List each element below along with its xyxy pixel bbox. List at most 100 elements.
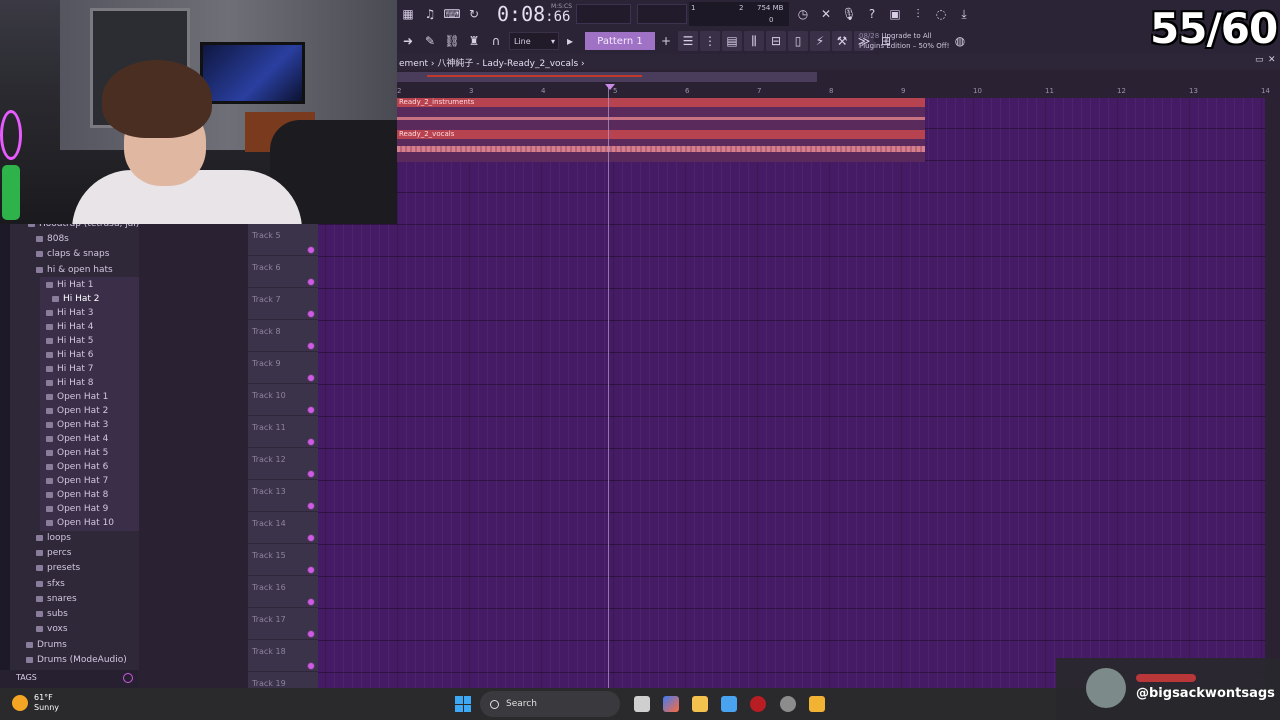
browser-file-item[interactable]: Open Hat 7 [46,476,108,486]
windows-start-icon[interactable] [455,696,471,712]
track-mute-icon[interactable] [308,599,314,605]
browser-file-item[interactable]: Hi Hat 5 [46,336,94,346]
browser-folder-item[interactable]: presets [36,563,80,573]
step-icon[interactable]: ♫ [420,4,440,24]
upgrade-banner[interactable]: 08/28 Upgrade to All Plugins Edition – 5… [859,31,949,51]
globe-icon[interactable]: ◍ [950,31,970,51]
search-icon[interactable] [123,673,133,683]
track-mute-icon[interactable] [308,343,314,349]
track-header[interactable]: Track 9 [248,352,318,384]
file-explorer-icon[interactable] [692,696,708,712]
track-mute-icon[interactable] [308,503,314,509]
typing-keyboard-icon[interactable]: ⌨ [442,4,462,24]
link-icon[interactable]: ⛓ [442,31,462,51]
browser-file-item[interactable]: Hi Hat 3 [46,308,94,318]
pencil-icon[interactable]: ✎ [420,31,440,51]
track-header[interactable]: Track 16 [248,576,318,608]
track-mute-icon[interactable] [308,471,314,477]
browser-file-item[interactable]: Open Hat 1 [46,392,108,402]
track-header[interactable]: Track 12 [248,448,318,480]
browser-folder-item[interactable]: voxs [36,624,68,634]
browser-folder-item[interactable]: percs [36,548,71,558]
piano-roll-icon[interactable]: ▤ [722,31,742,51]
browser-folder-item[interactable]: snares [36,594,77,604]
close-icon[interactable]: ✕ [1268,55,1276,65]
playlist-icon[interactable]: ☰ [678,31,698,51]
tools-icon[interactable]: ⚒ [832,31,852,51]
track-header[interactable]: Track 11 [248,416,318,448]
browser-folder-item[interactable]: Drums (ModeAudio) [26,655,127,665]
playhead-marker-icon[interactable] [605,84,615,90]
browser-item-selected[interactable]: Hi Hat 2 [52,294,100,304]
browser-folder-item[interactable]: sfxs [36,579,65,589]
taskbar-search[interactable]: Search [480,691,620,717]
audio-clip-vocals[interactable]: Ready_2_vocals [397,130,925,162]
browser-file-item[interactable]: Open Hat 10 [46,518,114,528]
magnet-icon[interactable]: ∩ [486,31,506,51]
track-header[interactable]: Track 14 [248,512,318,544]
snap-icon[interactable]: ▦ [398,4,418,24]
snap-mode-select[interactable]: Line ▾ [509,32,559,50]
track-header[interactable]: Track 5 [248,224,318,256]
browser-file-item[interactable]: Hi Hat 8 [46,378,94,388]
track-header[interactable]: Track 19 [248,672,318,688]
vertical-scrollbar[interactable] [1265,98,1280,688]
browser-file-item[interactable]: Open Hat 3 [46,420,108,430]
browser-file-item[interactable]: Open Hat 8 [46,490,108,500]
browser-file-item[interactable]: Open Hat 9 [46,504,108,514]
browser-file-item[interactable]: Open Hat 4 [46,434,108,444]
playlist-overview-scroll[interactable] [397,70,1280,84]
save-icon[interactable]: ▣ [885,4,905,24]
browser-folder-item[interactable]: loops [36,533,71,543]
track-mute-icon[interactable] [308,631,314,637]
track-mute-icon[interactable] [308,535,314,541]
track-mute-icon[interactable] [308,375,314,381]
obs-icon[interactable] [780,696,796,712]
playhead-line[interactable] [608,84,609,688]
browser-file-item[interactable]: Open Hat 6 [46,462,108,472]
track-header[interactable]: Track 7 [248,288,318,320]
copilot-icon[interactable] [663,696,679,712]
arrow-right-icon[interactable]: ➜ [398,31,418,51]
browser-file-item[interactable]: Hi Hat 6 [46,350,94,360]
browser-file-item[interactable]: Hi Hat 1 [46,280,94,290]
chat-icon[interactable]: ◌ [931,4,951,24]
maximize-icon[interactable]: ▭ [1255,55,1264,65]
download-icon[interactable]: ⤓ [954,4,974,24]
track-header[interactable]: Track 10 [248,384,318,416]
browser-folder-item[interactable]: claps & snaps [36,249,109,259]
browser-folder-item[interactable]: Drums [26,640,67,650]
browser-folder-item[interactable]: 808s [36,234,69,244]
browser-file-item[interactable]: Hi Hat 4 [46,322,94,332]
track-header[interactable]: Track 13 [248,480,318,512]
track-mute-icon[interactable] [308,247,314,253]
mixer-icon[interactable]: ⫶ [908,4,928,24]
track-mute-icon[interactable] [308,663,314,669]
metronome-icon[interactable]: ◷ [793,4,813,24]
browser-file-item[interactable]: Hi Hat 7 [46,364,94,374]
track-header[interactable]: Track 18 [248,640,318,672]
audio-clip-instruments[interactable]: Ready_2_instruments [397,98,925,130]
track-header[interactable]: Track 8 [248,320,318,352]
track-mute-icon[interactable] [308,279,314,285]
browser-folder-item[interactable]: hi & open hats [36,265,113,275]
track-mute-icon[interactable] [308,567,314,573]
track-header[interactable]: Track 6 [248,256,318,288]
weather-widget[interactable]: 61°F Sunny [12,693,59,713]
plug-icon[interactable]: ⚡ [810,31,830,51]
wait-record-icon[interactable]: ✕ [816,4,836,24]
fl-studio-icon[interactable] [809,696,825,712]
help-icon[interactable]: ? [862,4,882,24]
browser-folder-item[interactable]: subs [36,609,68,619]
track-mute-icon[interactable] [308,439,314,445]
time-ruler[interactable]: 2 3 4 5 6 7 8 9 10 11 12 13 14 [397,84,1280,98]
plugin-icon[interactable]: ⊟ [766,31,786,51]
track-mute-icon[interactable] [308,311,314,317]
opera-icon[interactable] [750,696,766,712]
store-icon[interactable] [721,696,737,712]
track-header[interactable]: Track 15 [248,544,318,576]
channel-rack-icon[interactable]: ⋮ [700,31,720,51]
overview-scroll-thumb[interactable] [397,72,817,82]
microphone-icon[interactable]: 🎙 [839,4,859,24]
stamp-icon[interactable]: ♜ [464,31,484,51]
